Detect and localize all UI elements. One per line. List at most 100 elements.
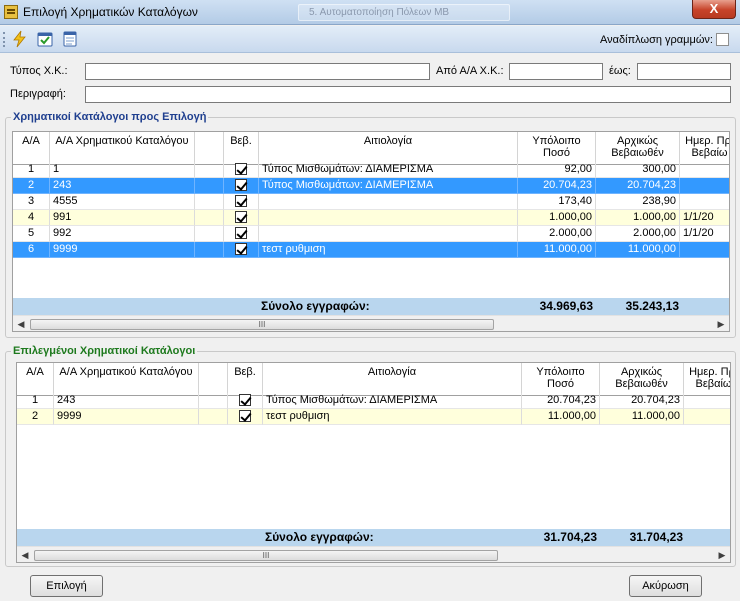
empty-cell bbox=[195, 178, 224, 194]
horizontal-scrollbar[interactable]: ◀ III ▶ bbox=[13, 315, 729, 331]
lightning-icon[interactable] bbox=[11, 30, 29, 48]
verified-cell bbox=[228, 393, 263, 409]
close-button[interactable]: X bbox=[692, 0, 736, 19]
balance-cell: 20.704,23 bbox=[522, 393, 600, 409]
total-balance: 34.969,63 bbox=[539, 299, 593, 313]
column-header-1[interactable]: Α/Α bbox=[13, 132, 50, 165]
title-bar: Επιλογή Χρηματικών Καταλόγων 5. Αυτοματο… bbox=[0, 0, 740, 25]
verified-checkbox[interactable] bbox=[235, 179, 247, 191]
column-header-2[interactable]: Α/Α Χρηματικού Καταλόγου bbox=[50, 132, 195, 165]
select-button[interactable]: Επιλογή bbox=[30, 575, 103, 597]
initial-cell: 20.704,23 bbox=[596, 178, 680, 194]
type-input[interactable] bbox=[85, 63, 430, 80]
scroll-right-icon[interactable]: ▶ bbox=[716, 319, 726, 329]
initial-cell: 1.000,00 bbox=[596, 210, 680, 226]
reason-cell: Τύπος Μισθωμάτων: ΔΙΑΜΕΡΙΣΜΑ bbox=[263, 393, 522, 409]
verified-checkbox[interactable] bbox=[235, 195, 247, 207]
verified-checkbox[interactable] bbox=[235, 211, 247, 223]
calendar-icon[interactable] bbox=[61, 30, 79, 48]
scroll-thumb[interactable]: III bbox=[34, 550, 498, 561]
column-header-5[interactable]: Αιτιολογία bbox=[263, 363, 522, 396]
verified-cell bbox=[228, 409, 263, 425]
table-row[interactable]: 5 992 2.000,00 2.000,00 1/1/20 bbox=[13, 226, 729, 242]
initial-cell: 11.000,00 bbox=[600, 409, 684, 425]
check-calendar-icon[interactable] bbox=[36, 30, 54, 48]
table-row[interactable]: 2 243 Τύπος Μισθωμάτων: ΔΙΑΜΕΡΙΣΜΑ 20.704,2… bbox=[13, 178, 729, 194]
initial-cell: 2.000,00 bbox=[596, 226, 680, 242]
table-row[interactable]: 1 243 Τύπος Μισθωμάτων: ΔΙΑΜΕΡΙΣΜΑ 20.704,2… bbox=[17, 393, 730, 409]
column-header-3[interactable] bbox=[199, 363, 228, 396]
date-cell bbox=[680, 162, 729, 178]
reason-cell: τεστ ρυθμιση bbox=[263, 409, 522, 425]
column-header-8[interactable]: Ημερ. Πρ. Βεβαίω bbox=[680, 132, 729, 165]
initial-cell: 238,90 bbox=[596, 194, 680, 210]
description-input[interactable] bbox=[85, 86, 731, 103]
table-row[interactable]: 3 4555 173,40 238,90 bbox=[13, 194, 729, 210]
column-header-6[interactable]: Υπόλοιπο Ποσό bbox=[522, 363, 600, 396]
catalog-cell: 1 bbox=[50, 162, 195, 178]
column-header-7[interactable]: Αρχικώς Βεβαιωθέν bbox=[600, 363, 684, 396]
table-row[interactable]: 2 9999 τεστ ρυθμιση 11.000,00 11.000,00 bbox=[17, 409, 730, 425]
verified-cell bbox=[224, 242, 259, 258]
aa-cell: 3 bbox=[13, 194, 50, 210]
scroll-right-icon[interactable]: ▶ bbox=[717, 550, 727, 560]
reason-cell bbox=[259, 194, 518, 210]
selected-catalogs-title: Επιλεγμένοι Χρηματικοί Κατάλογοι bbox=[11, 345, 198, 357]
column-header-2[interactable]: Α/Α Χρηματικού Καταλόγου bbox=[54, 363, 199, 396]
background-window-tab[interactable]: 5. Αυτοματοποίηση Πόλεων ΜΒ bbox=[298, 4, 510, 21]
scroll-left-icon[interactable]: ◀ bbox=[20, 550, 30, 560]
verified-cell bbox=[224, 178, 259, 194]
balance-cell: 173,40 bbox=[518, 194, 596, 210]
column-header-6[interactable]: Υπόλοιπο Ποσό bbox=[518, 132, 596, 165]
to-catalog-label: έως: bbox=[609, 65, 631, 77]
verified-checkbox[interactable] bbox=[235, 163, 247, 175]
table-row[interactable]: 4 991 1.000,00 1.000,00 1/1/20 bbox=[13, 210, 729, 226]
empty-cell bbox=[199, 409, 228, 425]
table-row[interactable]: 6 9999 τεστ ρυθμιση 11.000,00 11.000,00 bbox=[13, 242, 729, 258]
balance-cell: 11.000,00 bbox=[522, 409, 600, 425]
to-catalog-input[interactable] bbox=[637, 63, 731, 80]
verified-checkbox[interactable] bbox=[239, 410, 251, 422]
wrap-lines-checkbox[interactable] bbox=[716, 33, 729, 46]
verified-checkbox[interactable] bbox=[235, 227, 247, 239]
column-header-5[interactable]: Αιτιολογία bbox=[259, 132, 518, 165]
verified-cell bbox=[224, 162, 259, 178]
empty-cell bbox=[195, 242, 224, 258]
balance-cell: 11.000,00 bbox=[518, 242, 596, 258]
column-header-7[interactable]: Αρχικώς Βεβαιωθέν bbox=[596, 132, 680, 165]
column-header-1[interactable]: Α/Α bbox=[17, 363, 54, 396]
date-cell: 1/1/20 bbox=[680, 226, 729, 242]
verified-cell bbox=[224, 210, 259, 226]
app-icon bbox=[4, 5, 18, 19]
catalog-cell: 991 bbox=[50, 210, 195, 226]
catalog-cell: 4555 bbox=[50, 194, 195, 210]
verified-checkbox[interactable] bbox=[239, 394, 251, 406]
date-cell bbox=[684, 409, 730, 425]
cancel-button[interactable]: Ακύρωση bbox=[629, 575, 702, 597]
total-label: Σύνολο εγγραφών: bbox=[261, 299, 370, 313]
balance-cell: 20.704,23 bbox=[518, 178, 596, 194]
aa-cell: 2 bbox=[13, 178, 50, 194]
verified-checkbox[interactable] bbox=[235, 243, 247, 255]
empty-cell bbox=[195, 162, 224, 178]
scroll-thumb[interactable]: III bbox=[30, 319, 494, 330]
initial-cell: 11.000,00 bbox=[596, 242, 680, 258]
catalog-cell: 243 bbox=[54, 393, 199, 409]
scroll-left-icon[interactable]: ◀ bbox=[16, 319, 26, 329]
horizontal-scrollbar[interactable]: ◀ III ▶ bbox=[17, 546, 730, 562]
date-cell bbox=[684, 393, 730, 409]
column-header-8[interactable]: Ημερ. Πρ. Βεβαίω bbox=[684, 363, 730, 396]
from-catalog-input[interactable] bbox=[509, 63, 603, 80]
total-label: Σύνολο εγγραφών: bbox=[265, 530, 374, 544]
column-header-4[interactable]: Βεβ. bbox=[224, 132, 259, 165]
initial-cell: 20.704,23 bbox=[600, 393, 684, 409]
empty-cell bbox=[195, 210, 224, 226]
window-title: Επιλογή Χρηματικών Καταλόγων bbox=[23, 5, 198, 19]
column-header-3[interactable] bbox=[195, 132, 224, 165]
table-row[interactable]: 1 1 Τύπος Μισθωμάτων: ΔΙΑΜΕΡΙΣΜΑ 92,00 300,0… bbox=[13, 162, 729, 178]
toolbar-grip-icon[interactable] bbox=[3, 32, 6, 47]
description-label: Περιγραφή: bbox=[10, 88, 66, 100]
balance-cell: 1.000,00 bbox=[518, 210, 596, 226]
catalog-cell: 243 bbox=[50, 178, 195, 194]
column-header-4[interactable]: Βεβ. bbox=[228, 363, 263, 396]
